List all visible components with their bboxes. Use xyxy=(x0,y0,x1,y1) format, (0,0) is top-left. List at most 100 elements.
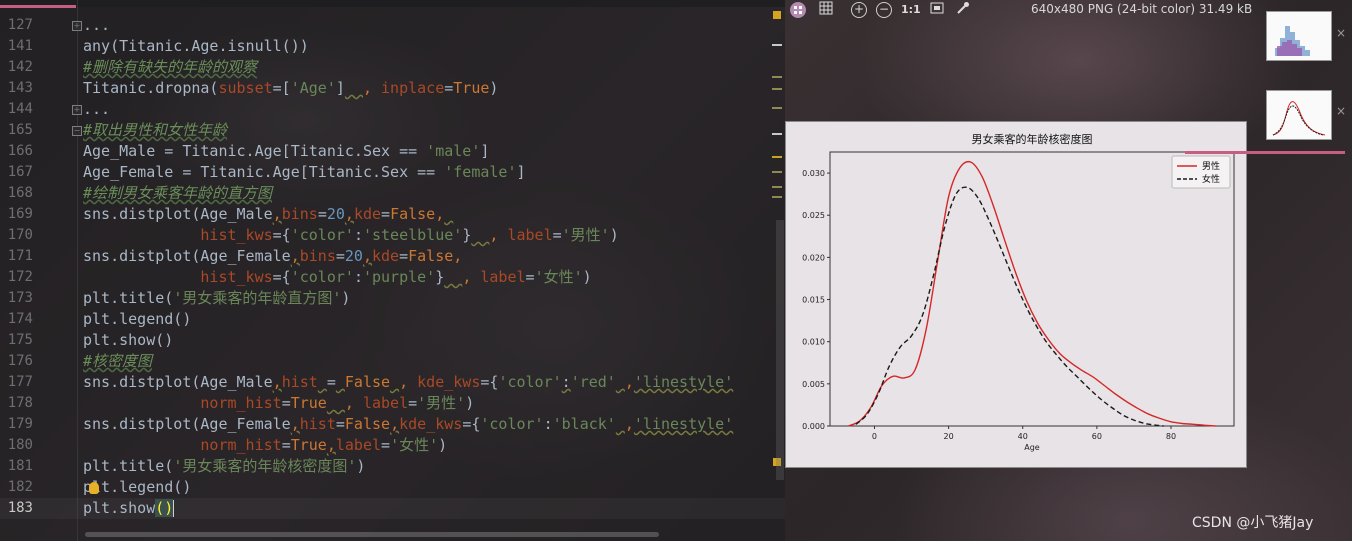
code-text[interactable]: #核密度图 xyxy=(83,351,152,372)
code-token: ) xyxy=(356,457,366,475)
scroll-marker[interactable] xyxy=(772,133,782,135)
code-token: plt.legend() xyxy=(83,310,192,328)
code-line[interactable]: 144 +... xyxy=(0,99,785,120)
eyedropper-icon[interactable] xyxy=(955,1,971,19)
close-thumbnail-button[interactable]: × xyxy=(1336,104,1346,118)
scroll-marker[interactable] xyxy=(772,107,782,109)
actual-size-button[interactable]: 1:1 xyxy=(901,1,921,19)
code-line[interactable]: 168 #绘制男女乘客年龄的直方图 xyxy=(0,183,785,204)
code-text[interactable]: #取出男性和女性年龄 xyxy=(83,120,227,141)
code-text[interactable]: plt.legend() xyxy=(83,477,191,498)
code-token: , xyxy=(462,268,481,286)
code-text[interactable]: hist_kws={'color':'purple'} , label='女性'… xyxy=(83,267,591,288)
code-text[interactable]: norm_hist=True,label='女性') xyxy=(83,435,447,456)
code-text[interactable]: sns.distplot(Age_Female,hist=False,kde_k… xyxy=(83,414,733,435)
code-line[interactable]: 174 plt.legend() xyxy=(0,309,785,330)
scroll-marker[interactable] xyxy=(772,171,782,173)
code-text[interactable]: plt.show() xyxy=(83,498,175,519)
kde-thumbnail[interactable] xyxy=(1266,90,1332,140)
code-line[interactable]: 180 norm_hist=True,label='女性') xyxy=(0,435,785,456)
scroll-marker[interactable] xyxy=(772,186,782,188)
code-editor[interactable]: 127 +... 141 any(Titanic.Age.isnull()) 142 #删… xyxy=(0,0,785,541)
code-line[interactable]: 127 +... xyxy=(0,15,785,36)
code-line[interactable]: 171 sns.distplot(Age_Female,bins=20,kde=F… xyxy=(0,246,785,267)
fold-toggle-icon[interactable]: + xyxy=(72,105,82,115)
code-line[interactable]: 182 plt.legend() xyxy=(0,477,785,498)
code-line[interactable]: 177 sns.distplot(Age_Male,hist = False , … xyxy=(0,372,785,393)
code-line[interactable]: 169 sns.distplot(Age_Male,bins=20,kde=Fal… xyxy=(0,204,785,225)
code-text[interactable]: sns.distplot(Age_Male,bins=20,kde=False, xyxy=(83,204,453,225)
code-text[interactable]: Age_Female = Titanic.Age[Titanic.Sex == … xyxy=(83,162,526,183)
code-text[interactable]: #删除有缺失的年龄的观察 xyxy=(83,57,257,78)
code-text[interactable]: any(Titanic.Age.isnull()) xyxy=(83,36,309,57)
code-token: subset xyxy=(218,79,273,97)
code-token: hist_kws xyxy=(200,268,273,286)
code-text[interactable]: plt.title('男女乘客的年龄直方图') xyxy=(83,288,350,309)
code-line[interactable]: 142 #删除有缺失的年龄的观察 xyxy=(0,57,785,78)
code-text[interactable]: plt.show() xyxy=(83,330,173,351)
code-text[interactable]: hist_kws={'color':'steelblue'} , label='… xyxy=(83,225,618,246)
kde-preview-icon xyxy=(1272,101,1326,136)
scroll-marker[interactable] xyxy=(772,44,782,46)
code-token: , xyxy=(344,205,354,223)
code-line[interactable]: 179 sns.distplot(Age_Female,hist=False,kd… xyxy=(0,414,785,435)
code-text[interactable]: sns.distplot(Age_Male,hist = False , kde… xyxy=(83,372,733,393)
code-text[interactable]: ... xyxy=(83,99,110,120)
scroll-marker[interactable] xyxy=(772,88,782,90)
code-line[interactable]: 181 plt.title('男女乘客的年龄核密度图') xyxy=(0,456,785,477)
code-line[interactable]: 172 hist_kws={'color':'purple'} , label=… xyxy=(0,267,785,288)
code-text[interactable]: Age_Male = Titanic.Age[Titanic.Sex == 'm… xyxy=(83,141,489,162)
intention-bulb-icon[interactable] xyxy=(89,481,100,494)
code-text[interactable]: Titanic.dropna(subset=['Age'] , inplace=… xyxy=(83,78,498,99)
horizontal-scrollbar[interactable] xyxy=(85,532,659,537)
code-line[interactable]: 170 hist_kws={'color':'steelblue'} , lab… xyxy=(0,225,785,246)
code-text[interactable]: norm_hist=True , label='男性') xyxy=(83,393,474,414)
zoom-out-button[interactable]: − xyxy=(876,2,892,18)
code-token: 'purple' xyxy=(362,268,436,286)
code-token: , xyxy=(399,373,418,391)
code-text[interactable]: #绘制男女乘客年龄的直方图 xyxy=(83,183,272,204)
code-text[interactable]: plt.legend() xyxy=(83,309,191,330)
code-text[interactable]: ... xyxy=(83,15,110,36)
zoom-in-button[interactable]: + xyxy=(851,2,867,18)
code-token: , xyxy=(390,415,400,433)
code-line[interactable]: 166 Age_Male = Titanic.Age[Titanic.Sex ==… xyxy=(0,141,785,162)
histogram-thumbnail[interactable] xyxy=(1266,11,1332,61)
code-token: False xyxy=(344,373,391,391)
code-line[interactable]: 167 Age_Female = Titanic.Age[Titanic.Sex … xyxy=(0,162,785,183)
code-text[interactable]: plt.title('男女乘客的年龄核密度图') xyxy=(83,456,365,477)
code-text[interactable]: sns.distplot(Age_Female,bins=20,kde=Fals… xyxy=(83,246,462,267)
close-thumbnail-button[interactable]: × xyxy=(1336,26,1346,40)
code-line[interactable]: 183 plt.show() xyxy=(0,498,785,519)
fit-window-icon[interactable] xyxy=(929,1,945,19)
fold-toggle-icon[interactable]: − xyxy=(72,126,82,136)
vertical-scrollbar[interactable] xyxy=(776,220,784,480)
scroll-marker[interactable] xyxy=(772,156,782,158)
image-canvas[interactable]: 男女乘客的年龄核密度图 0 20 40 60 80 0.000 0.005 0.010 0.015… xyxy=(785,121,1247,468)
code-token: = xyxy=(335,415,345,433)
code-line[interactable]: 143 Titanic.dropna(subset=['Age'] , inpla… xyxy=(0,78,785,99)
code-line[interactable]: 141 any(Titanic.Age.isnull()) xyxy=(0,36,785,57)
code-token: False xyxy=(390,205,436,223)
fit-page-icon[interactable] xyxy=(789,1,807,19)
code-line[interactable]: 165 − #取出男性和女性年龄 xyxy=(0,120,785,141)
histogram-preview-icon xyxy=(1275,26,1310,56)
code-token: , xyxy=(362,79,382,97)
scroll-marker[interactable] xyxy=(772,196,782,198)
scroll-marker[interactable] xyxy=(772,76,782,78)
code-token: ={ xyxy=(462,415,481,433)
code-token: , xyxy=(272,373,282,391)
code-line[interactable]: 178 norm_hist=True , label='男性') xyxy=(0,393,785,414)
code-line[interactable]: 175 plt.show() xyxy=(0,330,785,351)
line-number: 183 xyxy=(7,500,33,516)
grid-icon[interactable] xyxy=(818,1,834,19)
code-token: = xyxy=(381,436,391,454)
fold-toggle-icon[interactable]: + xyxy=(72,21,82,31)
code-line[interactable]: 173 plt.title('男女乘客的年龄直方图') xyxy=(0,288,785,309)
warning-indicator-icon[interactable] xyxy=(773,11,781,19)
code-line[interactable]: 176 #核密度图 xyxy=(0,351,785,372)
